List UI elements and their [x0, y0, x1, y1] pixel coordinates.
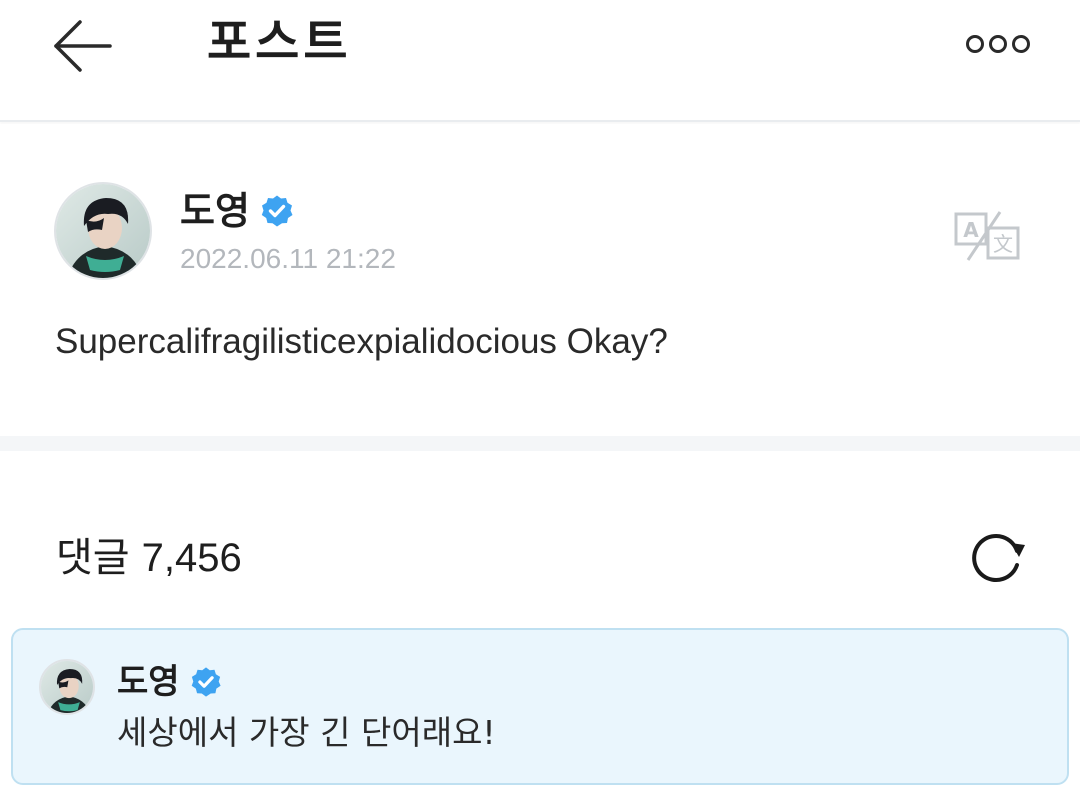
- comments-label: 댓글: [56, 535, 130, 581]
- back-button[interactable]: [50, 14, 116, 78]
- verified-badge-icon: [190, 666, 222, 698]
- refresh-icon: [972, 534, 1025, 582]
- comments-header: 댓글 7,456: [56, 532, 242, 584]
- svg-text:文: 文: [993, 232, 1013, 256]
- comment-text: 세상에서 가장 긴 단어래요!: [117, 713, 496, 752]
- post-card: 도영 2022.06.11 21:22 A 文 Supercalifragili…: [0, 124, 1080, 436]
- author-name[interactable]: 도영: [180, 186, 294, 236]
- post-text: Supercalifragilisticexpialidocious Okay?: [55, 322, 668, 361]
- translate-button[interactable]: A 文: [950, 208, 1024, 264]
- page-title: 포스트: [207, 14, 352, 70]
- comment-author-name[interactable]: 도영: [117, 660, 222, 704]
- avatar-photo: [56, 184, 150, 278]
- comment-author-avatar[interactable]: [39, 659, 95, 715]
- comment-item[interactable]: 도영 세상에서 가장 긴 단어래요!: [11, 628, 1069, 785]
- author-name-text: 도영: [180, 189, 250, 233]
- arrow-left-icon: [54, 20, 112, 72]
- top-app-bar: 포스트: [0, 0, 1080, 122]
- post-timestamp: 2022.06.11 21:22: [180, 243, 396, 274]
- more-options-button[interactable]: [958, 24, 1038, 64]
- refresh-button[interactable]: [968, 528, 1030, 586]
- comments-count: 7,456: [141, 536, 242, 580]
- svg-text:A: A: [963, 218, 979, 242]
- avatar-photo: [41, 661, 93, 713]
- author-avatar[interactable]: [54, 182, 152, 280]
- more-horizontal-icon: [966, 35, 1030, 53]
- verified-badge-icon: [260, 194, 294, 228]
- translate-icon: A 文: [954, 211, 1020, 261]
- comment-author-name-text: 도영: [117, 662, 180, 702]
- section-divider: [0, 436, 1080, 451]
